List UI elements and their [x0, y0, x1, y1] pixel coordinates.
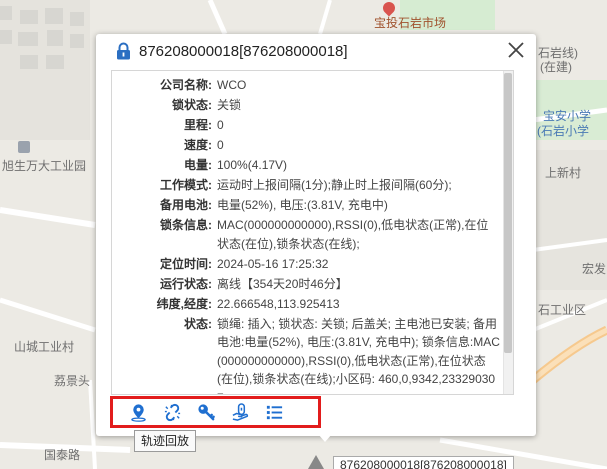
unlink-icon: [164, 403, 180, 421]
info-row-value: 关锁: [217, 98, 242, 112]
hand-icon: [232, 402, 248, 421]
key-icon: [197, 403, 215, 420]
info-row-value: 100%(4.17V): [217, 158, 288, 172]
info-row-key: 里程:: [184, 118, 212, 132]
location-icon: [130, 403, 146, 422]
popup-tail: [318, 434, 332, 442]
device-info-popup: 876208000018[876208000018] 公司名称: WCO 锁状态: 关…: [96, 34, 536, 436]
info-row-key: 锁状态:: [172, 98, 212, 112]
info-row-value: 电量(52%), 电压:(3.81V, 充电中): [217, 198, 388, 212]
info-row-value: MAC(000000000000),RSSI(0),低电状态(正常),在位状态(…: [217, 218, 489, 251]
info-row: 备用电池: 电量(52%), 电压:(3.81V, 充电中): [112, 196, 504, 215]
unbind-button[interactable]: [155, 400, 189, 424]
map-label-school-2: (石岩小学: [537, 124, 589, 138]
map-label-road: 国泰路: [44, 448, 81, 462]
info-list: 公司名称: WCO 锁状态: 关锁 里程: 0 速度: 0 电量: 100%(4.17V) 工作模式…: [112, 71, 504, 394]
info-row-key: 备用电池:: [160, 198, 212, 212]
map-label-industrial: 石工业区: [538, 303, 587, 317]
info-row-value: 锁绳: 插入; 锁状态: 关锁; 后盖关; 主电池已安装; 备用电池:电量(52…: [217, 316, 500, 395]
map-label-hongfa: 宏发: [582, 262, 607, 276]
location-button[interactable]: [121, 400, 155, 424]
info-row: 定位时间: 2024-05-16 17:25:32: [112, 255, 504, 274]
info-row-key: 速度:: [184, 138, 212, 152]
info-row: 里程: 0: [112, 116, 504, 135]
info-row-key: 锁条信息:: [160, 218, 212, 232]
map-label-market: 宝投石岩市场: [374, 16, 447, 30]
map-label-park: 旭生万大工业园: [2, 159, 87, 173]
info-row-value: 0: [217, 118, 224, 132]
vehicle-marker-icon[interactable]: [308, 455, 324, 469]
scrollbar-thumb[interactable]: [504, 73, 512, 353]
popup-title: 876208000018[876208000018]: [139, 42, 348, 60]
info-row-key: 公司名称:: [160, 78, 212, 92]
vehicle-marker-label[interactable]: 876208000018[876208000018]: [333, 456, 514, 469]
info-row-value: 22.666548,113.925413: [217, 296, 340, 311]
info-row-value: 离线【354天20时46分】: [217, 276, 348, 291]
info-row-key: 定位时间:: [160, 256, 212, 271]
track-playback-tooltip: 轨迹回放: [134, 430, 197, 452]
info-row: 公司名称: WCO: [112, 76, 504, 95]
action-toolbar: [110, 396, 321, 428]
popup-header: 876208000018[876208000018]: [96, 34, 536, 68]
info-row: 工作模式: 运动时上报间隔(1分);静止时上报间隔(60分);: [112, 176, 504, 195]
info-panel[interactable]: 公司名称: WCO 锁状态: 关锁 里程: 0 速度: 0 电量: 100%(4.17V) 工作模式…: [111, 70, 514, 395]
map-label-lishu: 荔景头: [54, 374, 91, 388]
info-row: 锁状态: 关锁: [112, 96, 504, 115]
info-row-value: WCO: [217, 78, 247, 92]
list-icon: [266, 405, 282, 419]
info-row-value: 运动时上报间隔(1分);静止时上报间隔(60分);: [217, 178, 452, 192]
close-icon: [508, 42, 524, 58]
command-button[interactable]: [223, 400, 257, 424]
info-row: 纬度,经度: 22.666548,113.925413: [112, 295, 504, 314]
info-row: 电量: 100%(4.17V): [112, 156, 504, 175]
info-row-value: 0: [217, 138, 224, 152]
unlock-key-button[interactable]: [189, 400, 223, 424]
info-row-key: 电量:: [184, 158, 212, 172]
close-button[interactable]: [506, 40, 526, 60]
detail-list-button[interactable]: [257, 400, 291, 424]
info-row: 速度: 0: [112, 136, 504, 155]
info-row-key: 状态:: [184, 316, 212, 331]
park-poi-icon: [18, 141, 30, 153]
scrollbar[interactable]: [503, 71, 513, 394]
info-row-key: 纬度,经度:: [156, 296, 212, 311]
map-label-shancheng: 山城工业村: [14, 340, 75, 354]
info-row-key: 运行状态:: [160, 276, 212, 291]
info-row: 锁条信息: MAC(000000000000),RSSI(0),低电状态(正常),…: [112, 216, 504, 253]
info-row-key: 工作模式:: [160, 178, 212, 192]
lock-icon: [116, 42, 131, 60]
info-row: 运行状态: 离线【354天20时46分】: [112, 275, 504, 294]
info-row: 状态: 锁绳: 插入; 锁状态: 关锁; 后盖关; 主电池已安装; 备用电池:电量…: [112, 315, 504, 395]
info-row-value: 2024-05-16 17:25:32: [217, 256, 329, 271]
map-label-village: 上新村: [545, 166, 582, 180]
map-label-building: (在建): [540, 60, 572, 74]
